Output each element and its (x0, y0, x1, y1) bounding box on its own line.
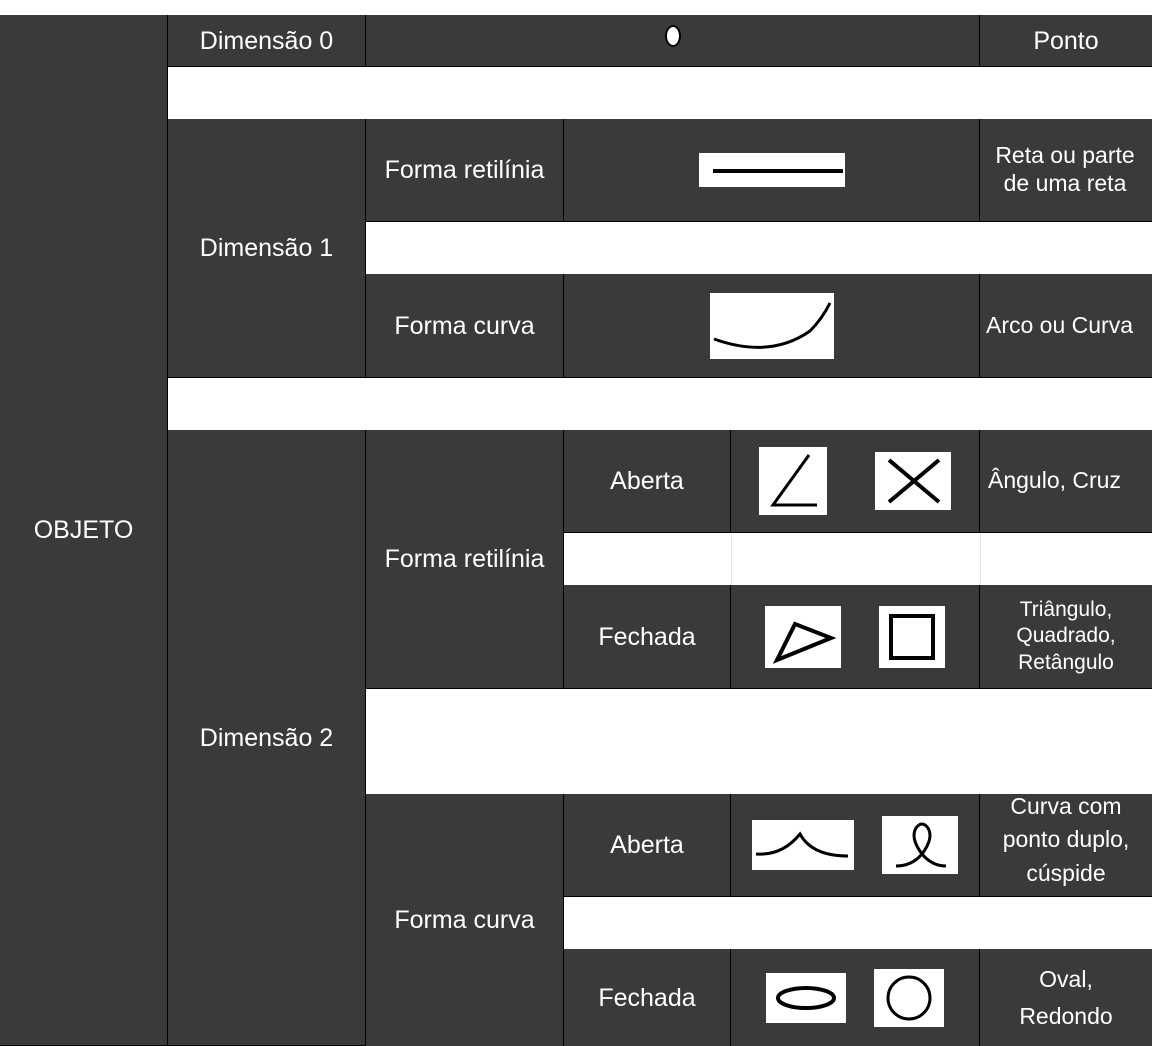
dim0-icon-cell (366, 15, 980, 67)
gap-dim2-middle (366, 689, 1152, 794)
cusp-curve-icon (752, 820, 854, 870)
dim2-rect-open-icons-cell (731, 430, 980, 533)
dim0-description-cell: Ponto (980, 15, 1152, 67)
gap-after-dim1 (168, 378, 1152, 430)
dim2-rect-label-cell: Forma retilínia (366, 430, 564, 689)
dim1-rect-label: Forma retilínia (384, 156, 545, 184)
circle-icon (874, 968, 944, 1027)
dim2-rect-open-description: Ângulo, Cruz (988, 467, 1121, 494)
dim2-curve-label: Forma curva (394, 906, 535, 934)
dim2-curve-open-label-cell: Aberta (564, 794, 731, 897)
oval-icon (766, 972, 846, 1023)
dim2-rect-open-label: Aberta (610, 467, 684, 495)
gap-after-dim0 (168, 67, 1152, 119)
gap-dim2-curve-inner (564, 897, 1152, 949)
dim1-rect-icon-cell (564, 119, 980, 222)
dim1-rect-label-cell: Forma retilínia (366, 119, 564, 222)
gap-dim1-inner (366, 222, 1152, 274)
dim2-curve-closed-label-cell: Fechada (564, 949, 731, 1046)
square-icon (879, 605, 945, 668)
dim2-label-cell: Dimensão 2 (168, 430, 366, 1046)
double-point-curve-icon (882, 816, 958, 874)
gap-dim2-rect-inner (564, 533, 1152, 585)
dim1-curve-label: Forma curva (394, 311, 535, 340)
dim1-curve-icon-cell (564, 274, 980, 378)
dim2-curve-closed-description: Oval, Redondo (1019, 965, 1113, 1029)
point-icon (664, 25, 681, 47)
dim2-curve-open-label: Aberta (610, 831, 684, 859)
dim2-rect-closed-description-cell: Triângulo, Quadrado, Retângulo (980, 585, 1152, 689)
dim0-label: Dimensão 0 (199, 26, 334, 55)
dim2-curve-open-description-cell: Curva com ponto duplo, cúspide (980, 794, 1152, 897)
angle-icon (759, 447, 827, 515)
arc-icon (709, 292, 834, 359)
dim1-label-cell: Dimensão 1 (168, 119, 366, 378)
dim1-label: Dimensão 1 (199, 234, 334, 262)
dim2-curve-open-description: Curva com ponto duplo, cúspide (1002, 794, 1130, 886)
dim2-rect-open-label-cell: Aberta (564, 430, 731, 533)
dim2-curve-label-cell: Forma curva (366, 794, 564, 1046)
dim2-curve-closed-icons-cell (731, 949, 980, 1046)
dim0-label-cell: Dimensão 0 (168, 15, 366, 67)
dim2-curve-closed-label: Fechada (598, 983, 696, 1012)
dim1-curve-description: Arco ou Curva (986, 311, 1134, 338)
cross-icon (875, 452, 951, 510)
dim2-rect-label: Forma retilínia (384, 545, 545, 573)
dim1-curve-description-cell: Arco ou Curva (980, 274, 1152, 378)
triangle-icon (765, 605, 841, 668)
dim2-label: Dimensão 2 (199, 723, 334, 752)
dim1-rect-description: Reta ou parte de uma reta (995, 142, 1135, 196)
dim2-rect-closed-label: Fechada (598, 622, 696, 651)
dim2-rect-closed-label-cell: Fechada (564, 585, 731, 689)
dim1-rect-description-cell: Reta ou parte de uma reta (980, 119, 1152, 222)
dim0-description: Ponto (1033, 26, 1099, 55)
dim2-rect-open-description-cell: Ângulo, Cruz (980, 430, 1152, 533)
object-root-cell: OBJETO (0, 15, 168, 1046)
dim1-curve-label-cell: Forma curva (366, 274, 564, 378)
dim2-rect-closed-icons-cell (731, 585, 980, 689)
dim2-curve-open-icons-cell (731, 794, 980, 897)
dim2-rect-closed-description: Triângulo, Quadrado, Retângulo (1016, 598, 1116, 674)
line-segment-icon (698, 153, 845, 187)
object-label: OBJETO (33, 516, 134, 544)
dim2-curve-closed-description-cell: Oval, Redondo (980, 949, 1152, 1046)
